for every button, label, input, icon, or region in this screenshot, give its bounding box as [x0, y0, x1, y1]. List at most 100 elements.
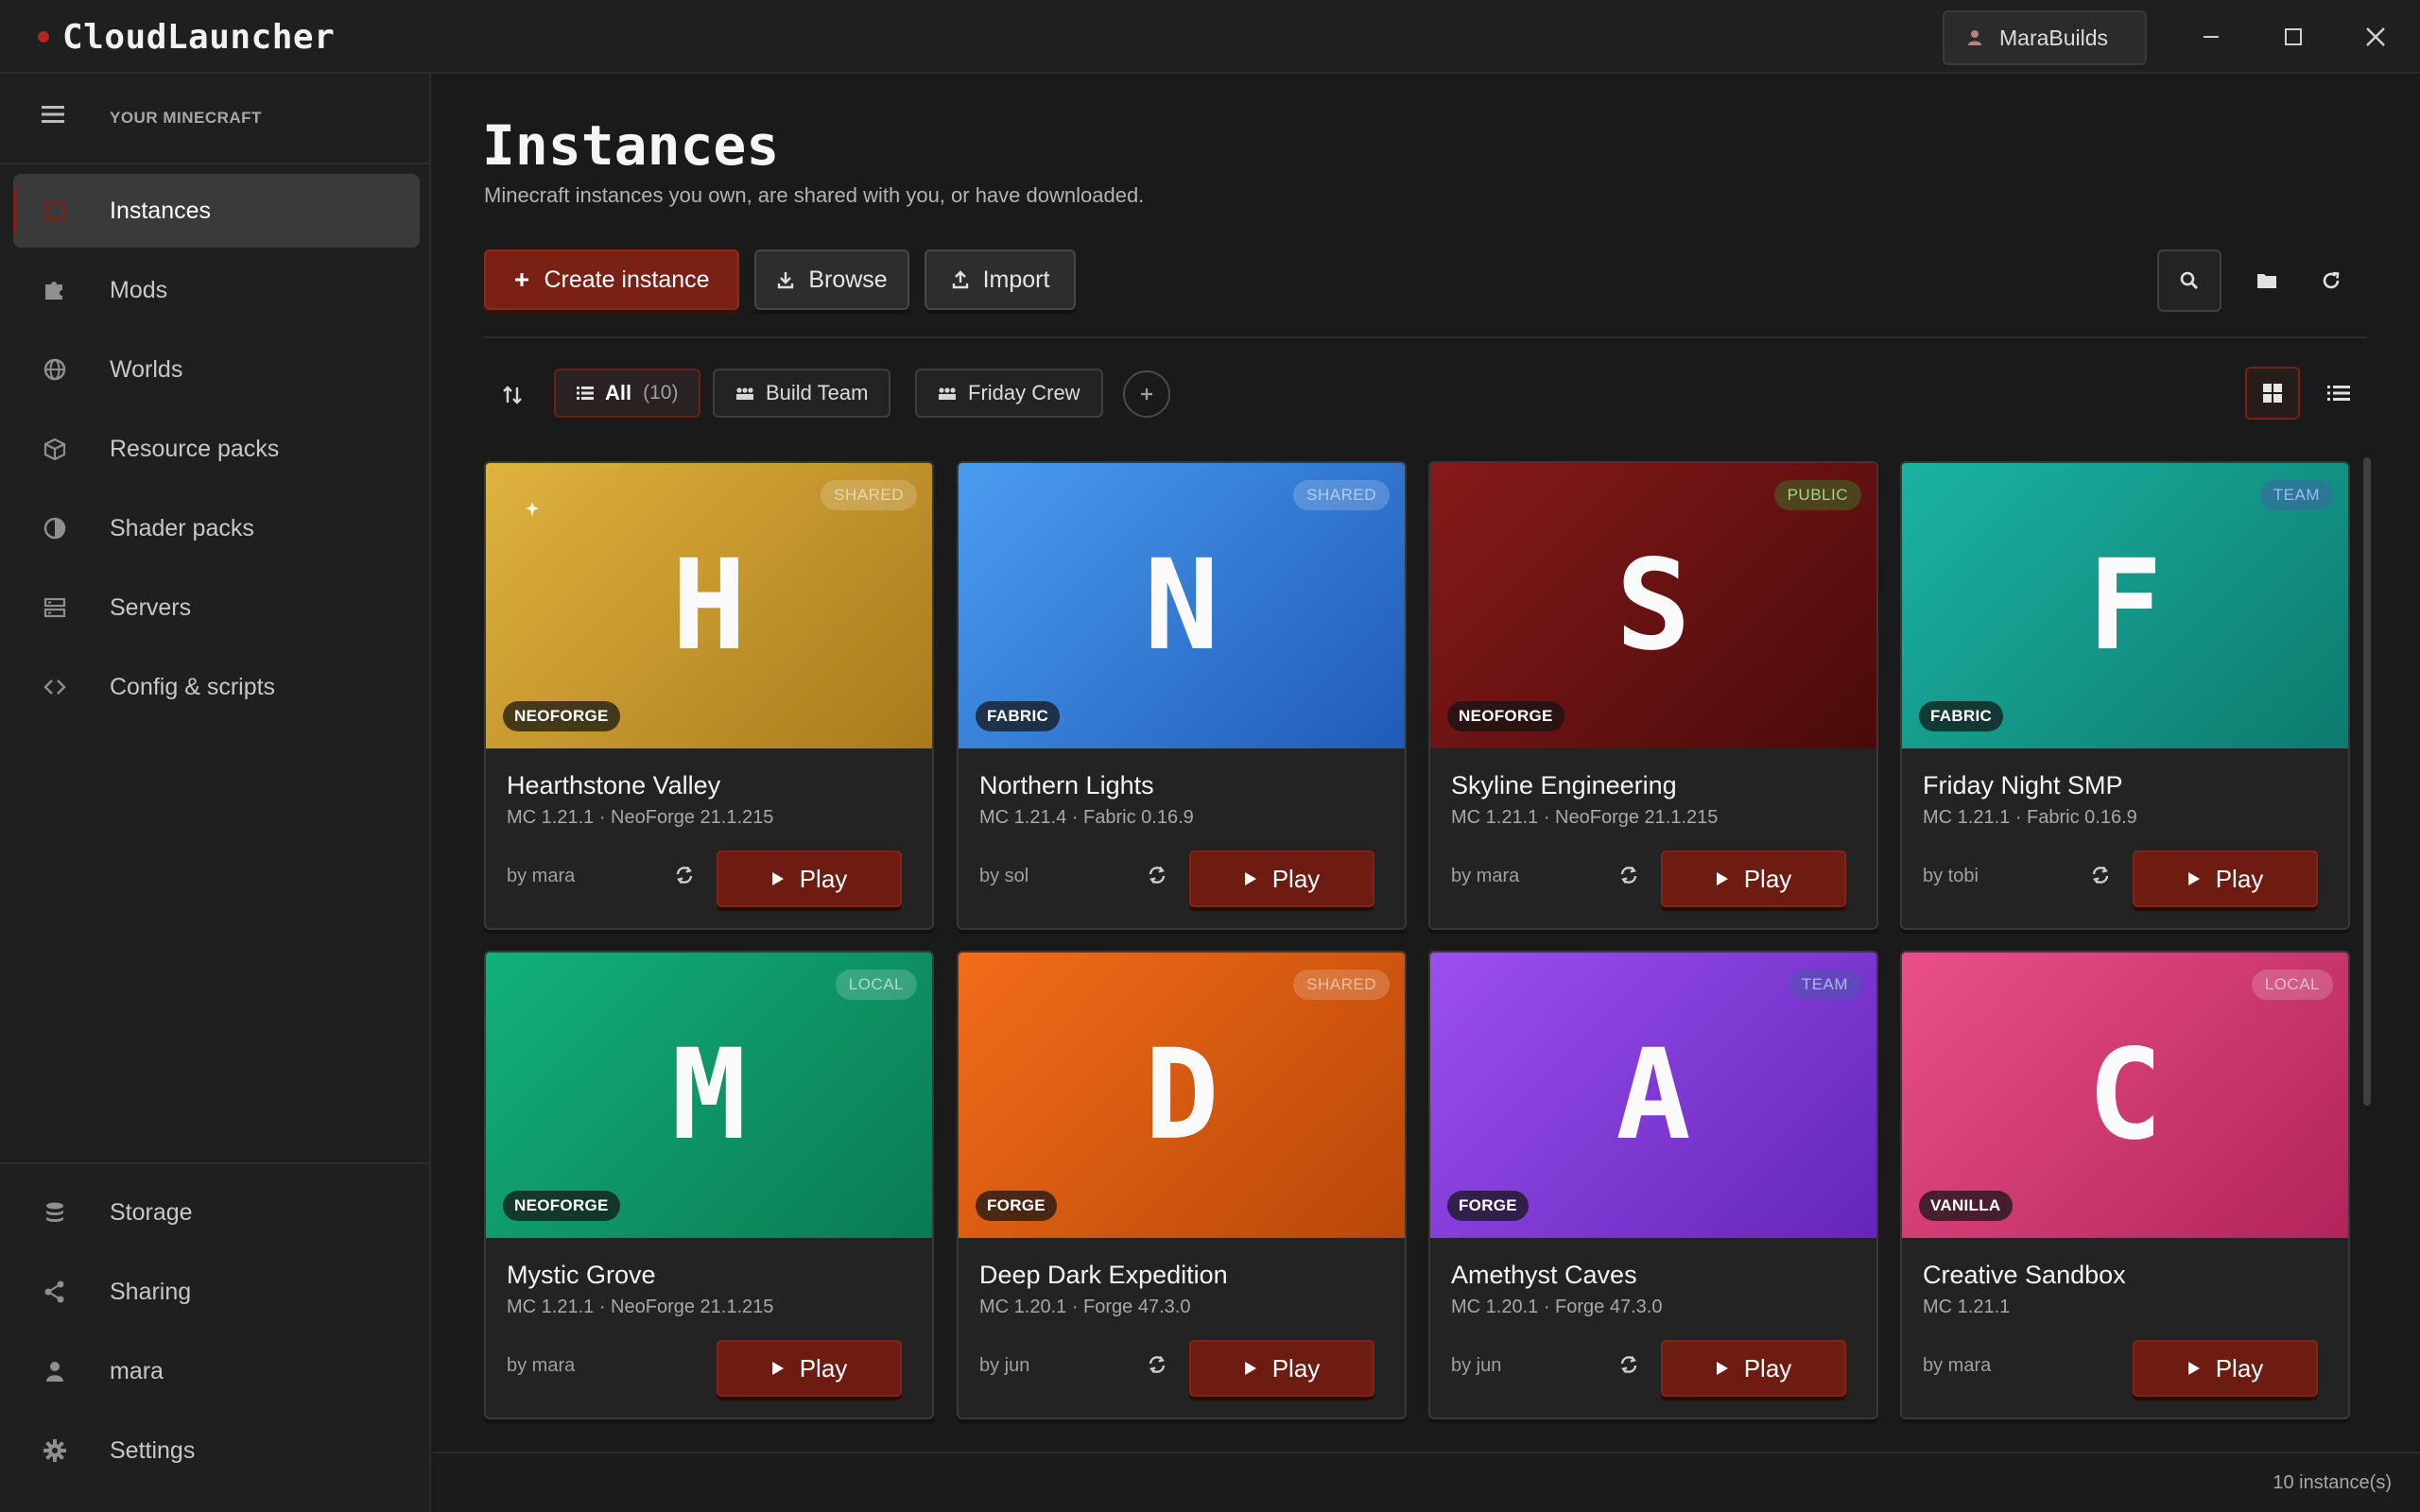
- instance-banner[interactable]: M LOCAL NEOFORGE: [486, 953, 932, 1238]
- instance-name: Hearthstone Valley: [507, 771, 721, 799]
- sync-button[interactable]: [1610, 1346, 1648, 1383]
- minimize-icon: [2204, 36, 2219, 38]
- sidebar-item-label: Worlds: [110, 355, 183, 383]
- instance-card-northern-lights[interactable]: N SHARED FABRIC Northern Lights MC 1.21.…: [957, 461, 1407, 930]
- sidebar-item-storage[interactable]: Storage: [13, 1176, 420, 1249]
- filter-group-build-team[interactable]: Build Team: [713, 369, 891, 418]
- instance-banner[interactable]: N SHARED FABRIC: [959, 463, 1405, 748]
- sync-icon: [1149, 866, 1166, 885]
- app-name: CloudLauncher: [62, 17, 336, 57]
- maximize-button[interactable]: [2266, 9, 2321, 64]
- instance-card-mystic-grove[interactable]: M LOCAL NEOFORGE Mystic Grove MC 1.21.1 …: [484, 951, 934, 1419]
- sidebar-item-resource-packs[interactable]: Resource packs: [13, 412, 420, 486]
- play-label: Play: [1271, 1353, 1321, 1383]
- play-button[interactable]: Play: [1661, 850, 1846, 907]
- plus-icon: [1141, 388, 1152, 400]
- sync-button[interactable]: [1610, 856, 1648, 894]
- play-icon: [2187, 1362, 2200, 1375]
- sidebar-item-label: Settings: [110, 1436, 196, 1464]
- sidebar-item-servers[interactable]: Servers: [13, 571, 420, 644]
- instance-banner[interactable]: F TEAM FABRIC: [1902, 463, 2348, 748]
- search-icon: [2180, 271, 2199, 290]
- sync-button[interactable]: [666, 856, 703, 894]
- instance-name: Friday Night SMP: [1923, 771, 2123, 799]
- sidebar-item-label: Mods: [110, 276, 168, 303]
- minimize-button[interactable]: [2184, 9, 2238, 64]
- instance-card-friday-night-smp[interactable]: F TEAM FABRIC Friday Night SMP MC 1.21.1…: [1900, 461, 2350, 930]
- sidebar-item-mods[interactable]: Mods: [13, 253, 420, 327]
- scrollbar[interactable]: [2363, 457, 2371, 1106]
- instance-version: MC 1.20.1 · Forge 47.3.0: [1451, 1297, 1663, 1317]
- code-icon: [43, 679, 66, 695]
- sidebar-item-profile[interactable]: mara: [13, 1334, 420, 1408]
- close-button[interactable]: [2348, 9, 2403, 64]
- list-icon: [577, 387, 594, 400]
- instance-banner[interactable]: C LOCAL VANILLA: [1902, 953, 2348, 1238]
- instance-author: by mara: [507, 1355, 576, 1376]
- sync-icon: [2092, 866, 2109, 885]
- instance-banner[interactable]: A TEAM FORGE: [1430, 953, 1876, 1238]
- add-group-button[interactable]: [1123, 370, 1170, 418]
- sync-icon: [1149, 1355, 1166, 1374]
- play-button[interactable]: Play: [2133, 850, 2318, 907]
- sidebar-item-shader-packs[interactable]: Shader packs: [13, 491, 420, 565]
- instance-banner[interactable]: H SHARED NEOFORGE: [486, 463, 932, 748]
- visibility-badge: SHARED: [821, 480, 917, 510]
- play-button[interactable]: Play: [2133, 1340, 2318, 1397]
- visibility-badge: PUBLIC: [1773, 480, 1861, 510]
- account-button[interactable]: MaraBuilds: [1943, 10, 2147, 65]
- instance-name: Skyline Engineering: [1451, 771, 1677, 799]
- loader-badge: NEOFORGE: [503, 701, 620, 731]
- sync-button[interactable]: [2082, 856, 2119, 894]
- instance-card-amethyst-caves[interactable]: A TEAM FORGE Amethyst Caves MC 1.20.1 · …: [1428, 951, 1878, 1419]
- sidebar-header: YOUR MINECRAFT: [0, 74, 431, 164]
- filter-all-count: (10): [643, 382, 679, 404]
- filter-group-friday-crew[interactable]: Friday Crew: [915, 369, 1103, 418]
- instance-version: MC 1.21.1 · NeoForge 21.1.215: [507, 1297, 774, 1317]
- create-instance-button[interactable]: Create instance: [484, 249, 739, 310]
- play-button[interactable]: Play: [1189, 850, 1374, 907]
- play-label: Play: [2215, 864, 2264, 893]
- close-icon: [2366, 27, 2385, 46]
- instance-card-deep-dark-expedition[interactable]: D SHARED FORGE Deep Dark Expedition MC 1…: [957, 951, 1407, 1419]
- sync-button[interactable]: [1138, 1346, 1176, 1383]
- play-label: Play: [799, 1353, 848, 1383]
- play-button[interactable]: Play: [1661, 1340, 1846, 1397]
- refresh-button[interactable]: [2299, 249, 2363, 312]
- open-folder-button[interactable]: [2235, 249, 2299, 312]
- server-icon: [43, 597, 66, 618]
- instance-banner[interactable]: S PUBLIC NEOFORGE: [1430, 463, 1876, 748]
- instance-version: MC 1.21.1 · NeoForge 21.1.215: [1451, 807, 1719, 828]
- loader-badge: FORGE: [976, 1191, 1057, 1221]
- instance-card-skyline-engineering[interactable]: S PUBLIC NEOFORGE Skyline Engineering MC…: [1428, 461, 1878, 930]
- grid-view-button[interactable]: [2245, 367, 2300, 420]
- list-view-button[interactable]: [2311, 367, 2366, 420]
- filter-all[interactable]: All (10): [554, 369, 701, 418]
- play-button[interactable]: Play: [717, 1340, 902, 1397]
- sidebar-item-config-scripts[interactable]: Config & scripts: [13, 650, 420, 724]
- instance-card-creative-sandbox[interactable]: C LOCAL VANILLA Creative Sandbox MC 1.21…: [1900, 951, 2350, 1419]
- instance-name: Mystic Grove: [507, 1261, 656, 1289]
- sidebar-item-label: mara: [110, 1357, 164, 1384]
- browse-button[interactable]: Browse: [754, 249, 909, 310]
- sidebar-item-settings[interactable]: Settings: [13, 1414, 420, 1487]
- search-button[interactable]: [2157, 249, 2221, 312]
- instance-banner[interactable]: D SHARED FORGE: [959, 953, 1405, 1238]
- visibility-badge: LOCAL: [2251, 970, 2333, 1000]
- import-label: Import: [982, 266, 1050, 293]
- sidebar-item-instances[interactable]: Instances: [13, 174, 420, 248]
- sidebar-item-sharing[interactable]: Sharing: [13, 1255, 420, 1329]
- sync-button[interactable]: [1138, 856, 1176, 894]
- instance-card-hearthstone-valley[interactable]: H SHARED NEOFORGE Hearthstone Valley MC …: [484, 461, 934, 930]
- sidebar-item-worlds[interactable]: Worlds: [13, 333, 420, 406]
- instance-author: by tobi: [1923, 866, 1979, 886]
- import-button[interactable]: Import: [925, 249, 1076, 310]
- maximize-icon: [2285, 28, 2302, 45]
- play-label: Play: [1271, 864, 1321, 893]
- play-button[interactable]: Play: [717, 850, 902, 907]
- sidebar-item-label: Shader packs: [110, 514, 254, 541]
- sort-button[interactable]: [495, 378, 529, 412]
- menu-toggle-button[interactable]: [42, 104, 64, 125]
- play-button[interactable]: Play: [1189, 1340, 1374, 1397]
- gear-icon: [43, 1439, 66, 1462]
